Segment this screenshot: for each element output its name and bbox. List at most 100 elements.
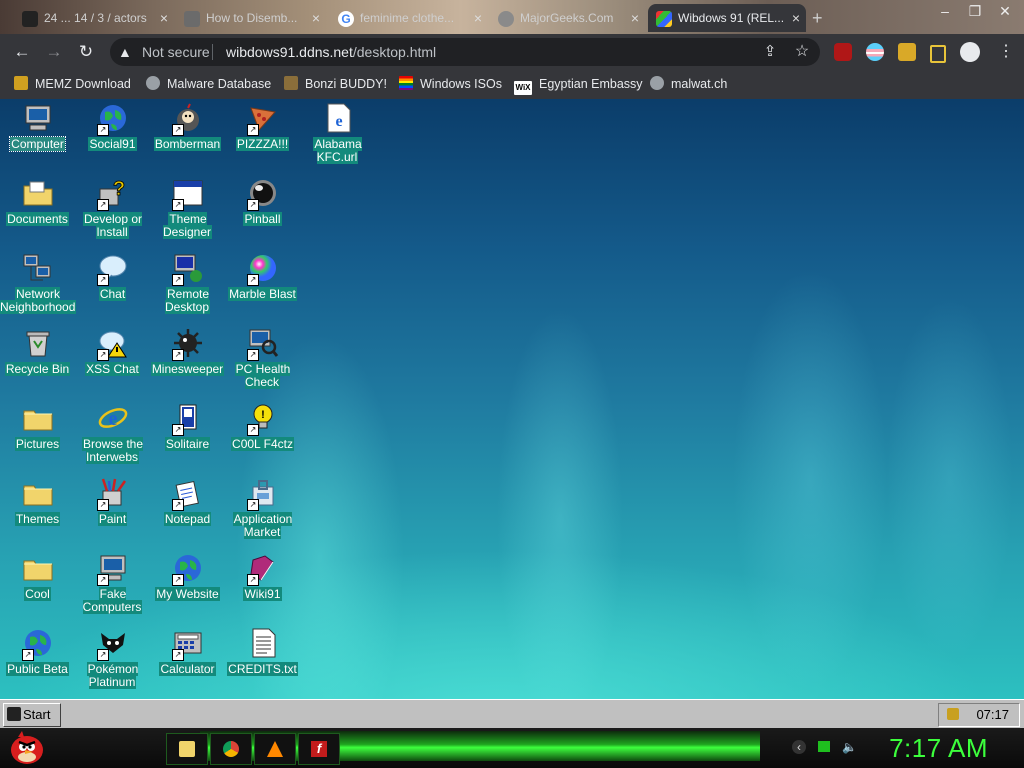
puzzle-extensions-icon[interactable] [898, 43, 916, 61]
desktop-icon[interactable]: ↗ Bomberman [150, 99, 225, 174]
desktop-icon[interactable]: Network Neighborhood [0, 249, 77, 324]
bookmark-malware-database[interactable]: Malware Database [146, 70, 271, 99]
url-text[interactable]: wibdows91.ddns.net/desktop.html [226, 34, 436, 70]
kebab-menu-icon[interactable]: ⋮ [994, 41, 1018, 63]
desktop-icon[interactable]: ↗ Calculator [150, 624, 225, 699]
shortcut-arrow-icon: ↗ [97, 349, 109, 361]
url-path: /desktop.html [352, 44, 437, 60]
security-label[interactable]: Not secure [142, 34, 210, 70]
chrome-button[interactable] [210, 733, 252, 765]
folder-docs-icon [22, 177, 54, 209]
chevron-left-icon[interactable]: ‹ [792, 740, 806, 754]
start-label: Start [23, 707, 51, 722]
browser-tab-active[interactable]: Wibdows 91 (REL... × [648, 4, 806, 32]
desktop-icon[interactable]: Computer [0, 99, 75, 174]
desktop-icon-label: Recycle Bin [4, 362, 71, 376]
desktop-icon[interactable]: Cool [0, 549, 75, 624]
share-icon[interactable]: ⇪ [758, 41, 782, 63]
profile-avatar-icon[interactable] [960, 42, 980, 62]
desktop-icon[interactable]: ↗ Notepad [150, 474, 225, 549]
maximize-icon[interactable]: ❐ [960, 0, 990, 22]
desktop-icon[interactable]: ↗ Public Beta [0, 624, 75, 699]
close-tab-icon[interactable]: × [631, 4, 639, 32]
desktop-icon[interactable]: ↗ Social91 [75, 99, 150, 174]
bookmark-bonzi-buddy[interactable]: Bonzi BUDDY! [284, 70, 387, 99]
browser-tab[interactable]: MajorGeeks.Com × [490, 4, 645, 32]
desktop-icon[interactable]: ↗ Solitaire [150, 399, 225, 474]
forward-arrow-icon[interactable]: → [42, 41, 66, 63]
desktop-icon[interactable]: ↗ Application Market [225, 474, 300, 549]
new-tab-button[interactable]: + [812, 4, 840, 32]
angry-bird-start-icon[interactable] [8, 729, 46, 765]
shortcut-arrow-icon: ↗ [172, 424, 184, 436]
desktop-icon[interactable]: ↗ My Website [150, 549, 225, 624]
desktop-icon[interactable]: e Alabama KFC.url [300, 99, 375, 174]
desktop-icon[interactable]: ↗ Fake Computers [75, 549, 150, 624]
close-tab-icon[interactable]: × [474, 4, 482, 32]
shortcut-arrow-icon: ↗ [172, 274, 184, 286]
desktop-icon[interactable]: Pictures [0, 399, 75, 474]
reload-icon[interactable]: ↻ [74, 41, 98, 63]
wix-icon: WiX [514, 81, 532, 95]
desktop-icon-label: Network Neighborhood [0, 287, 77, 314]
close-tab-icon[interactable]: × [312, 4, 320, 32]
desktop-icon[interactable]: CREDITS.txt [225, 624, 300, 699]
desktop-icon[interactable]: Recycle Bin [0, 324, 75, 399]
taskbar-clock[interactable]: 07:17 [976, 704, 1009, 726]
desktop-icon[interactable]: e Browse the Interwebs [75, 399, 150, 474]
start-button[interactable]: Start [3, 703, 61, 727]
desktop-icon[interactable]: ↗ PC Health Check [225, 324, 300, 399]
desktop-icon[interactable]: ↗ Minesweeper [150, 324, 225, 399]
shortcut-arrow-icon: ↗ [172, 499, 184, 511]
desktop-icon[interactable]: ↗ Remote Desktop [150, 249, 225, 324]
desktop-icon[interactable]: ↗ Pinball [225, 174, 300, 249]
desktop-icon[interactable]: ↗ XSS Chat [75, 324, 150, 399]
ublock-icon[interactable] [834, 43, 852, 61]
desktop-icon-label: Application Market [232, 512, 293, 539]
back-arrow-icon[interactable]: ← [10, 41, 34, 63]
desktop-icon[interactable]: ! ↗ C00L F4ctz [225, 399, 300, 474]
desktop-icon[interactable]: ↗ Wiki91 [225, 549, 300, 624]
warning-icon[interactable]: ▲ [118, 44, 134, 60]
svg-text:e: e [109, 408, 118, 430]
plus-icon: + [812, 8, 823, 28]
address-bar[interactable] [110, 38, 820, 66]
desktop-icon[interactable]: ↗ Theme Designer [150, 174, 225, 249]
bookmark-memz[interactable]: MEMZ Download [14, 70, 131, 99]
windows-logo-icon [656, 10, 672, 27]
desktop[interactable]: Computer ↗ Social91 ↗ Bomberman ↗ PIZZZA!!! e Al… [0, 99, 1024, 699]
close-window-icon[interactable]: ✕ [990, 0, 1020, 22]
flag-extension-icon[interactable] [866, 43, 884, 61]
desktop-icon[interactable]: Themes [0, 474, 75, 549]
monitor-icon[interactable] [818, 741, 830, 752]
desktop-icon[interactable]: Documents [0, 174, 75, 249]
desktop-icon[interactable]: ? ↗ Develop or Install [75, 174, 150, 249]
bookmark-malwatch[interactable]: malwat.ch [650, 70, 727, 99]
host-clock[interactable]: 7:17 AM [889, 730, 988, 766]
desktop-icon[interactable]: ↗ Chat [75, 249, 150, 324]
close-tab-icon[interactable]: × [160, 4, 168, 32]
bookmark-windows-isos[interactable]: Windows ISOs [399, 70, 502, 99]
browser-tab[interactable]: How to Disemb... × [176, 4, 326, 32]
desktop-icon-label: Pokémon Platinum [86, 662, 139, 689]
star-icon[interactable]: ☆ [790, 41, 814, 63]
browser-toolbar: ← → ↻ ▲ Not secure wibdows91.ddns.net/de… [0, 34, 1024, 70]
vlc-button[interactable] [254, 733, 296, 765]
browser-tab[interactable]: Gfeminime clothe... × [330, 4, 488, 32]
desktop-icon-label: XSS Chat [85, 362, 140, 376]
sidebar-icon[interactable] [930, 45, 946, 63]
desktop-icon[interactable]: ↗ Paint [75, 474, 150, 549]
minimize-icon[interactable]: – [930, 0, 960, 22]
bookmark-egyptian-embassy[interactable]: WiX Egyptian Embassy [514, 70, 643, 99]
desktop-icon[interactable]: ↗ Marble Blast [225, 249, 300, 324]
browser-tab[interactable]: 24 ... 14 / 3 / actors × [14, 4, 174, 32]
desktop-icon[interactable]: ↗ Pokémon Platinum [75, 624, 150, 699]
svg-text:?: ? [113, 178, 125, 200]
flash-button[interactable]: f [298, 733, 340, 765]
shortcut-arrow-icon: ↗ [172, 574, 184, 586]
desktop-icon[interactable]: ↗ PIZZZA!!! [225, 99, 300, 174]
speaker-icon[interactable]: 🔈 [842, 740, 857, 754]
key-icon[interactable] [947, 708, 959, 720]
file-explorer-button[interactable] [166, 733, 208, 765]
close-tab-icon[interactable]: × [792, 4, 800, 32]
